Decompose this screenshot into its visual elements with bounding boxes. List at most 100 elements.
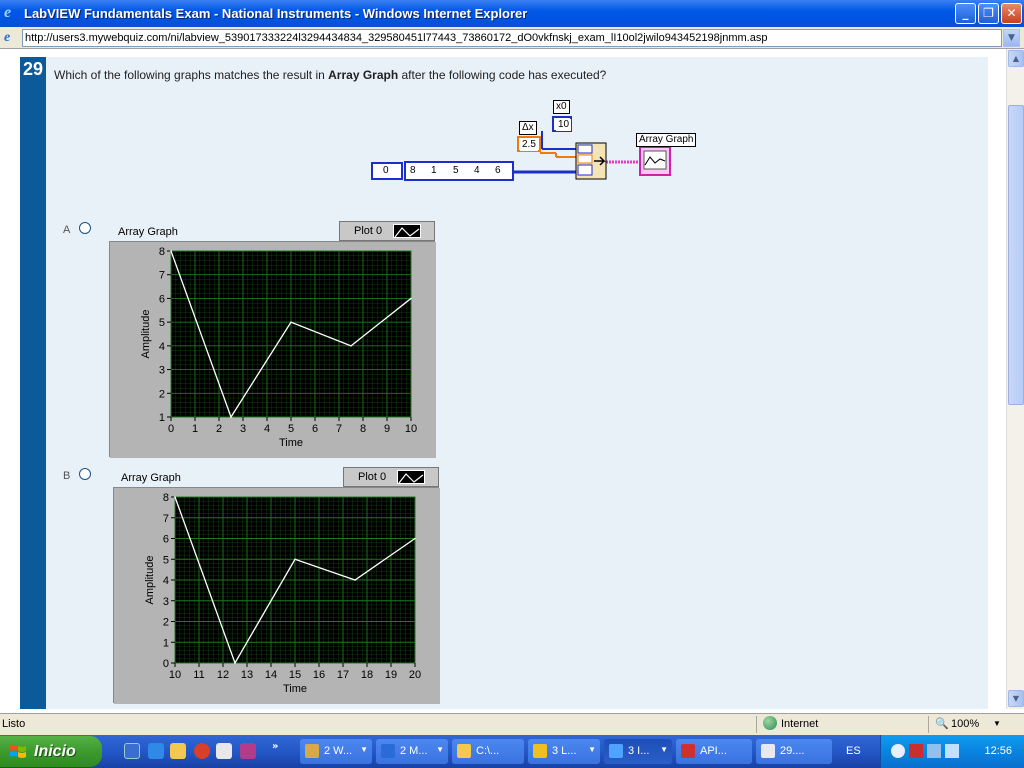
graph-b-panel: 10 11 12 13 14 15 16 17 18 19 20 0 1 2 3 4 5 6 7 8 Time Ampli… (113, 487, 440, 704)
graph-a-y-tick-label: 4 (159, 341, 165, 353)
zoom-segment[interactable]: 🔍 100% ▼ (928, 716, 1008, 733)
question-number: 29 (22, 59, 44, 79)
taskbar-item[interactable]: 2 M... ▼ (376, 739, 448, 764)
option-b-radio[interactable] (79, 468, 91, 480)
task-dropdown-icon: ▼ (588, 745, 596, 754)
url-field[interactable]: http://users3.mywebquiz.com/ni/labview_5… (22, 29, 1002, 47)
zone-label: Internet (781, 718, 819, 730)
task-label: 2 M... (400, 745, 428, 757)
quicklaunch-paint-icon[interactable] (240, 743, 256, 759)
taskbar: Inicio » 2 W... ▼ 2 M... ▼ C:\... 3 L... ▼ … (0, 735, 1024, 768)
graph-b-y-tick-label: 7 (163, 513, 169, 525)
zoom-dropdown-icon[interactable]: ▼ (993, 719, 1001, 728)
taskbar-item[interactable]: API... (676, 739, 752, 764)
tray-app-icon[interactable] (909, 744, 923, 758)
graph-b-y-tick-label: 8 (163, 492, 169, 504)
graph-b-y-tick-label: 6 (163, 534, 169, 546)
taskbar-item[interactable]: 3 L... ▼ (528, 739, 600, 764)
graph-b-x-tick-label: 13 (241, 669, 253, 681)
task-labview-icon (533, 744, 547, 758)
graph-b-x-tick-label: 16 (313, 669, 325, 681)
graph-a-x-tick-label: 4 (264, 423, 270, 435)
graph-b-legend: Plot 0 (343, 467, 439, 487)
graph-b-title: Array Graph (121, 472, 181, 484)
url-dropdown-icon[interactable]: ▼ (1003, 29, 1020, 47)
tray-back-icon[interactable] (891, 744, 905, 758)
graph-a-plot: 0 1 2 3 4 5 6 7 8 9 1012345678TimeAmplitude (110, 242, 436, 458)
graph-a-y-tick-label: 1 (159, 412, 165, 424)
graph-b-data-point (294, 558, 296, 561)
legend-line-icon (398, 473, 424, 484)
array-element: 1 (429, 165, 439, 177)
graph-a-panel: 0 1 2 3 4 5 6 7 8 9 10 1 2 3 4 5 6 7 8 Time Amplitude (109, 241, 436, 458)
scroll-thumb[interactable] (1008, 105, 1024, 405)
graph-a-y-tick-label: 6 (159, 293, 165, 305)
task-dropdown-icon: ▼ (436, 745, 444, 754)
graph-a-x-tick-label: 8 (360, 423, 366, 435)
graph-b-data-point (234, 662, 236, 664)
minimize-button[interactable]: _ (955, 3, 976, 24)
taskbar-item[interactable]: C:\... (452, 739, 524, 764)
array-graph-indicator-label: Array Graph (636, 133, 697, 147)
restore-button[interactable]: ❐ (978, 3, 999, 24)
scroll-down-icon[interactable]: ▼ (1008, 690, 1024, 707)
window-title-bar[interactable]: e LabVIEW Fundamentals Exam - National I… (0, 0, 1024, 27)
question-text-before: Which of the following graphs matches th… (54, 68, 329, 82)
windows-flag-icon (10, 745, 26, 758)
graph-a-x-axis-label: Time (279, 437, 303, 449)
graph-a-data-point (170, 250, 172, 252)
zone-segment: Internet (756, 716, 926, 733)
graph-a-data-point (290, 321, 292, 323)
tray-volume-icon[interactable] (945, 744, 959, 758)
graph-a-x-tick-label: 6 (312, 423, 318, 435)
dx-constant: 2.5 (520, 139, 538, 151)
quicklaunch-opera-icon[interactable] (194, 743, 210, 759)
task-label: 2 W... (324, 745, 353, 757)
graph-b-y-tick-label: 1 (163, 637, 169, 649)
question-text-after: after the following code has executed? (398, 68, 607, 82)
start-button[interactable]: Inicio (0, 736, 102, 767)
language-indicator[interactable]: ES (846, 745, 861, 757)
graph-a-data-point (350, 345, 352, 347)
taskbar-item-active[interactable]: 3 I... ▼ (604, 739, 672, 764)
quicklaunch-app-icon[interactable] (216, 743, 232, 759)
x0-label: x0 (553, 100, 570, 114)
close-button[interactable]: ✕ (1001, 3, 1022, 24)
window-title: LabVIEW Fundamentals Exam - National Ins… (24, 6, 528, 21)
graph-b-data-point (174, 496, 176, 498)
graph-a-y-tick-label: 8 (159, 246, 165, 258)
quicklaunch-folder-icon[interactable] (170, 743, 186, 759)
scroll-up-icon[interactable]: ▲ (1008, 50, 1024, 67)
address-bar: e http://users3.mywebquiz.com/ni/labview… (0, 27, 1024, 49)
graph-a-y-tick-label: 5 (159, 317, 165, 329)
graph-a-x-tick-label: 0 (168, 423, 174, 435)
graph-b-x-tick-label: 19 (385, 669, 397, 681)
system-tray: 12:56 (880, 735, 1024, 768)
array-index: 0 (381, 165, 391, 177)
array-element: 6 (493, 165, 503, 177)
graph-b-y-tick-label: 3 (163, 596, 169, 608)
quicklaunch-expand-icon[interactable]: » (272, 741, 278, 752)
task-group-icon (381, 744, 395, 758)
vertical-scrollbar[interactable]: ▲ ▼ (1006, 49, 1024, 709)
task-ie-icon (609, 744, 623, 758)
graph-b-data-point (354, 579, 356, 581)
graph-b-x-tick-label: 12 (217, 669, 229, 681)
task-group-icon (305, 744, 319, 758)
globe-icon (763, 716, 777, 730)
option-a-radio[interactable] (79, 222, 91, 234)
graph-b-y-tick-label: 5 (163, 554, 169, 566)
block-diagram-wires (371, 116, 671, 181)
graph-a-legend-swatch (393, 224, 421, 238)
taskbar-item[interactable]: 29.... (756, 739, 832, 764)
graph-a-y-tick-label: 2 (159, 388, 165, 400)
quicklaunch-desktop-icon[interactable] (124, 743, 140, 759)
option-a-letter: A (63, 224, 71, 236)
task-dropdown-icon: ▼ (660, 745, 668, 754)
quicklaunch-ie-icon[interactable] (148, 743, 164, 759)
graph-a-legend-label: Plot 0 (354, 225, 383, 237)
taskbar-item[interactable]: 2 W... ▼ (300, 739, 372, 764)
graph-a-x-tick-label: 10 (405, 423, 417, 435)
tray-network-icon[interactable] (927, 744, 941, 758)
graph-a-x-tick-label: 9 (384, 423, 390, 435)
